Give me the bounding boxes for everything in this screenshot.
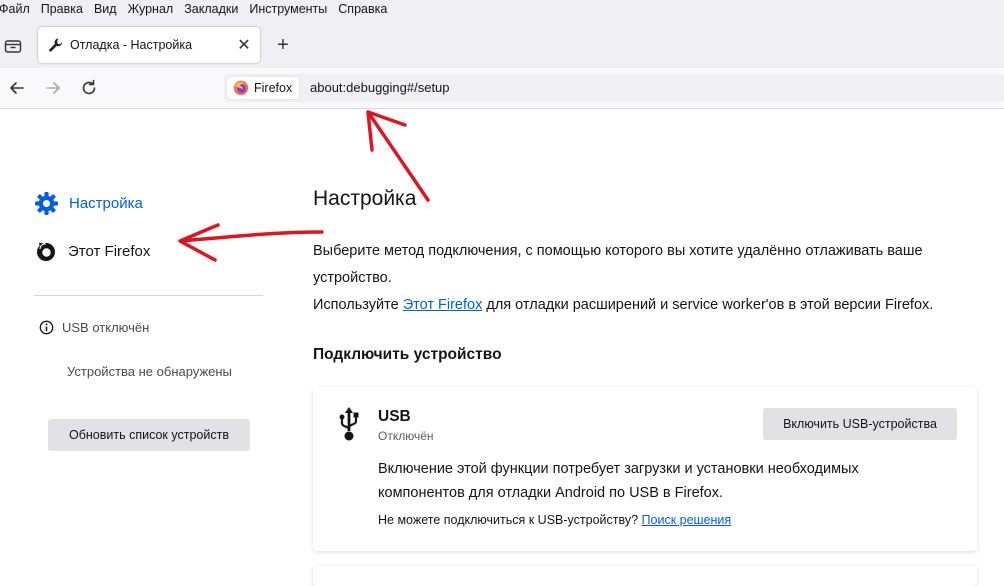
this-firefox-link[interactable]: Этот Firefox [403,297,483,313]
menu-file[interactable]: Файл [0,2,30,16]
usb-name: USB [378,408,411,425]
url-bar[interactable]: Firefox about:debugging#/setup [224,74,1004,102]
tab-debugging[interactable]: Отладка - Настройка ✕ [38,27,260,63]
tab-close-icon[interactable]: ✕ [234,35,254,55]
usb-card: USB Отключён Включить USB-устройства Вкл… [313,387,977,551]
usb-state: Отключён [378,429,434,443]
setup-description: Выберите метод подключения, с помощью ко… [313,238,963,319]
description-text: Используйте [313,297,403,313]
menu-view[interactable]: Вид [94,2,117,16]
connect-device-title: Подключить устройство [313,346,502,363]
description-text-end: для отладки расширений и service worker'… [482,297,934,313]
troubleshoot-link[interactable]: Поиск решения [642,513,732,527]
usb-help-text: Не можете подключиться к USB-устройству? [378,513,642,527]
menu-history[interactable]: Журнал [128,2,174,16]
info-icon [39,320,54,335]
sidebar-setup-label: Настройка [69,195,143,212]
identity-label: Firefox [254,81,293,95]
reload-icon[interactable] [79,78,99,98]
sidebar-item-setup[interactable]: Настройка [34,191,143,216]
sidebar-item-this-firefox[interactable]: Этот Firefox [34,239,150,263]
wrench-icon [49,38,63,52]
nav-bar: Firefox about:debugging#/setup [0,68,1004,109]
tab-strip: Отладка - Настройка ✕ + [0,18,1004,68]
tab-title: Отладка - Настройка [70,38,193,52]
menu-bar: Файл Правка Вид Журнал Закладки Инструме… [0,0,1004,18]
menu-edit[interactable]: Правка [41,2,83,16]
annotation-arrow-sidebar [178,223,324,262]
sidebar-divider [34,295,263,296]
no-devices-text: Устройства не обнаружены [67,364,232,379]
forward-icon[interactable] [43,78,63,98]
menu-tools[interactable]: Инструменты [249,2,327,16]
menu-help[interactable]: Справка [338,2,387,16]
refresh-devices-button[interactable]: Обновить список устройств [48,419,250,451]
usb-help: Не можете подключиться к USB-устройству?… [378,513,731,527]
firefox-outline-icon [37,241,55,261]
usb-status-label: USB отключён [62,320,150,335]
sidebar-this-firefox-label: Этот Firefox [68,242,151,260]
back-icon[interactable] [7,78,27,98]
description-line-1: Выберите метод подключения, с помощью ко… [313,243,923,286]
menu-bookmarks[interactable]: Закладки [184,2,238,16]
new-tab-button[interactable]: + [272,34,294,56]
page-title: Настройка [313,187,417,210]
next-card [313,566,977,586]
usb-icon [339,407,359,441]
description-line-2: Используйте Этот Firefox для отладки рас… [313,292,963,319]
identity-box[interactable]: Firefox [227,77,299,99]
tab-list-icon[interactable] [4,38,22,54]
usb-info-text: Включение этой функции потребует загрузк… [378,461,859,501]
gear-icon [35,192,58,215]
url-text[interactable]: about:debugging#/setup [310,80,450,95]
usb-status: USB отключён [39,320,149,335]
firefox-logo-icon [233,80,249,96]
enable-usb-button[interactable]: Включить USB-устройства [763,408,957,440]
